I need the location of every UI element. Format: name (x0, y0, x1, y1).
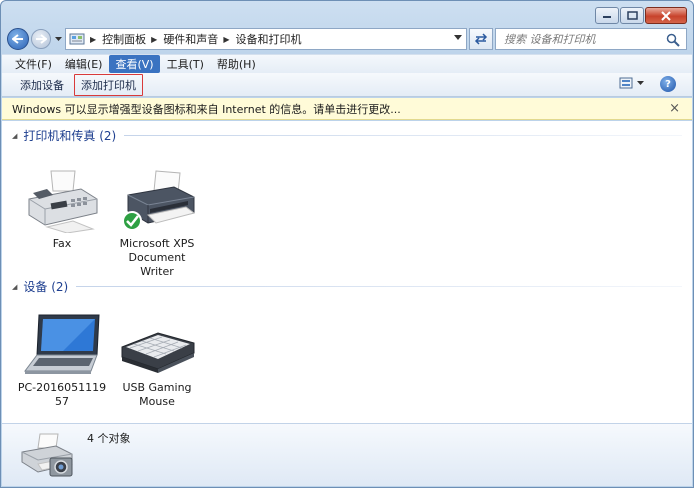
add-printer-button[interactable]: 添加打印机 (74, 73, 143, 96)
menu-edit[interactable]: 编辑(E) (59, 55, 109, 73)
printer-icon (117, 167, 197, 235)
minimize-button[interactable] (595, 7, 619, 24)
search-box (495, 28, 687, 50)
breadcrumb-separator[interactable]: ▶ (151, 35, 157, 44)
device-label: PC-2016051119 57 (17, 381, 107, 408)
refresh-icon (474, 33, 488, 45)
control-panel-icon (69, 33, 85, 45)
device-label: Microsoft XPS Document Writer (119, 237, 195, 278)
details-pane: 4 个对象 (2, 423, 692, 486)
device-item-usb-gaming-mouse[interactable]: USB Gaming Mouse (112, 311, 202, 409)
group-divider (124, 135, 682, 136)
menu-view[interactable]: 查看(V) (109, 55, 160, 73)
breadcrumb-control-panel[interactable]: 控制面板 (102, 31, 146, 47)
breadcrumb-hardware-sound[interactable]: 硬件和声音 (163, 31, 218, 47)
group-divider (76, 286, 682, 287)
address-bar[interactable]: ▶ 控制面板 ▶ 硬件和声音 ▶ 设备和打印机 (65, 28, 467, 50)
maximize-button[interactable] (620, 7, 644, 24)
device-label: USB Gaming Mouse (122, 381, 192, 408)
recent-pages-button[interactable] (53, 29, 63, 49)
search-input[interactable] (504, 32, 664, 46)
device-item-fax[interactable]: Fax (17, 167, 107, 251)
close-icon (661, 10, 671, 21)
devices-and-printers-window: ▶ 控制面板 ▶ 硬件和声音 ▶ 设备和打印机 文件(F) 编辑(E) 查看(V… (0, 0, 694, 488)
chevron-down-icon (54, 37, 62, 41)
help-button[interactable]: ? (660, 76, 676, 92)
arrow-left-icon (12, 34, 23, 44)
add-device-button[interactable]: 添加设备 (14, 75, 70, 95)
menu-file[interactable]: 文件(F) (9, 55, 58, 73)
collapse-triangle-icon[interactable]: ◢ (12, 283, 17, 291)
device-item-pc[interactable]: PC-2016051119 57 (17, 311, 107, 409)
command-bar: 添加设备 添加打印机 ? (2, 73, 692, 97)
change-view-button[interactable] (619, 77, 644, 89)
menu-tools[interactable]: 工具(T) (161, 55, 210, 73)
navigation-row: ▶ 控制面板 ▶ 硬件和声音 ▶ 设备和打印机 (7, 27, 687, 51)
info-bar-close-button[interactable]: × (669, 101, 680, 116)
info-bar-text: Windows 可以显示增强型设备图标和来自 Internet 的信息。请单击进… (12, 102, 401, 116)
breadcrumb-separator[interactable]: ▶ (90, 35, 96, 44)
printer-camera-icon (20, 432, 76, 481)
group-header-printers[interactable]: ◢ 打印机和传真 (2) (12, 127, 682, 144)
arrow-right-icon (36, 34, 47, 44)
refresh-button[interactable] (469, 28, 493, 50)
forward-button[interactable] (31, 29, 51, 49)
group-header-devices[interactable]: ◢ 设备 (2) (12, 278, 682, 295)
group-title: 打印机和传真 (2) (23, 129, 117, 143)
device-item-xps-writer[interactable]: Microsoft XPS Document Writer (112, 167, 202, 279)
collapse-triangle-icon[interactable]: ◢ (12, 132, 17, 140)
caption-buttons (595, 7, 687, 24)
device-label: Fax (52, 237, 72, 250)
group-title: 设备 (2) (23, 280, 69, 294)
maximize-icon (626, 11, 638, 20)
chevron-down-icon[interactable] (454, 35, 462, 40)
keyboard-icon (117, 311, 197, 379)
close-button[interactable] (645, 7, 687, 24)
device-list: ◢ 打印机和传真 (2) Fax Microsoft XPS Document … (2, 121, 692, 423)
minimize-icon (603, 15, 611, 18)
fax-machine-icon (22, 167, 102, 235)
laptop-icon (22, 311, 102, 379)
search-icon[interactable] (666, 33, 680, 47)
menu-bar: 文件(F) 编辑(E) 查看(V) 工具(T) 帮助(H) (2, 54, 692, 73)
menu-help[interactable]: 帮助(H) (211, 55, 262, 73)
item-count: 4 个对象 (87, 432, 131, 445)
back-button[interactable] (7, 28, 29, 50)
breadcrumb-devices-printers[interactable]: 设备和打印机 (235, 31, 301, 47)
chevron-down-icon (637, 81, 644, 85)
info-bar[interactable]: Windows 可以显示增强型设备图标和来自 Internet 的信息。请单击进… (2, 98, 692, 120)
breadcrumb-separator[interactable]: ▶ (223, 35, 229, 44)
view-options-icon (619, 77, 633, 89)
